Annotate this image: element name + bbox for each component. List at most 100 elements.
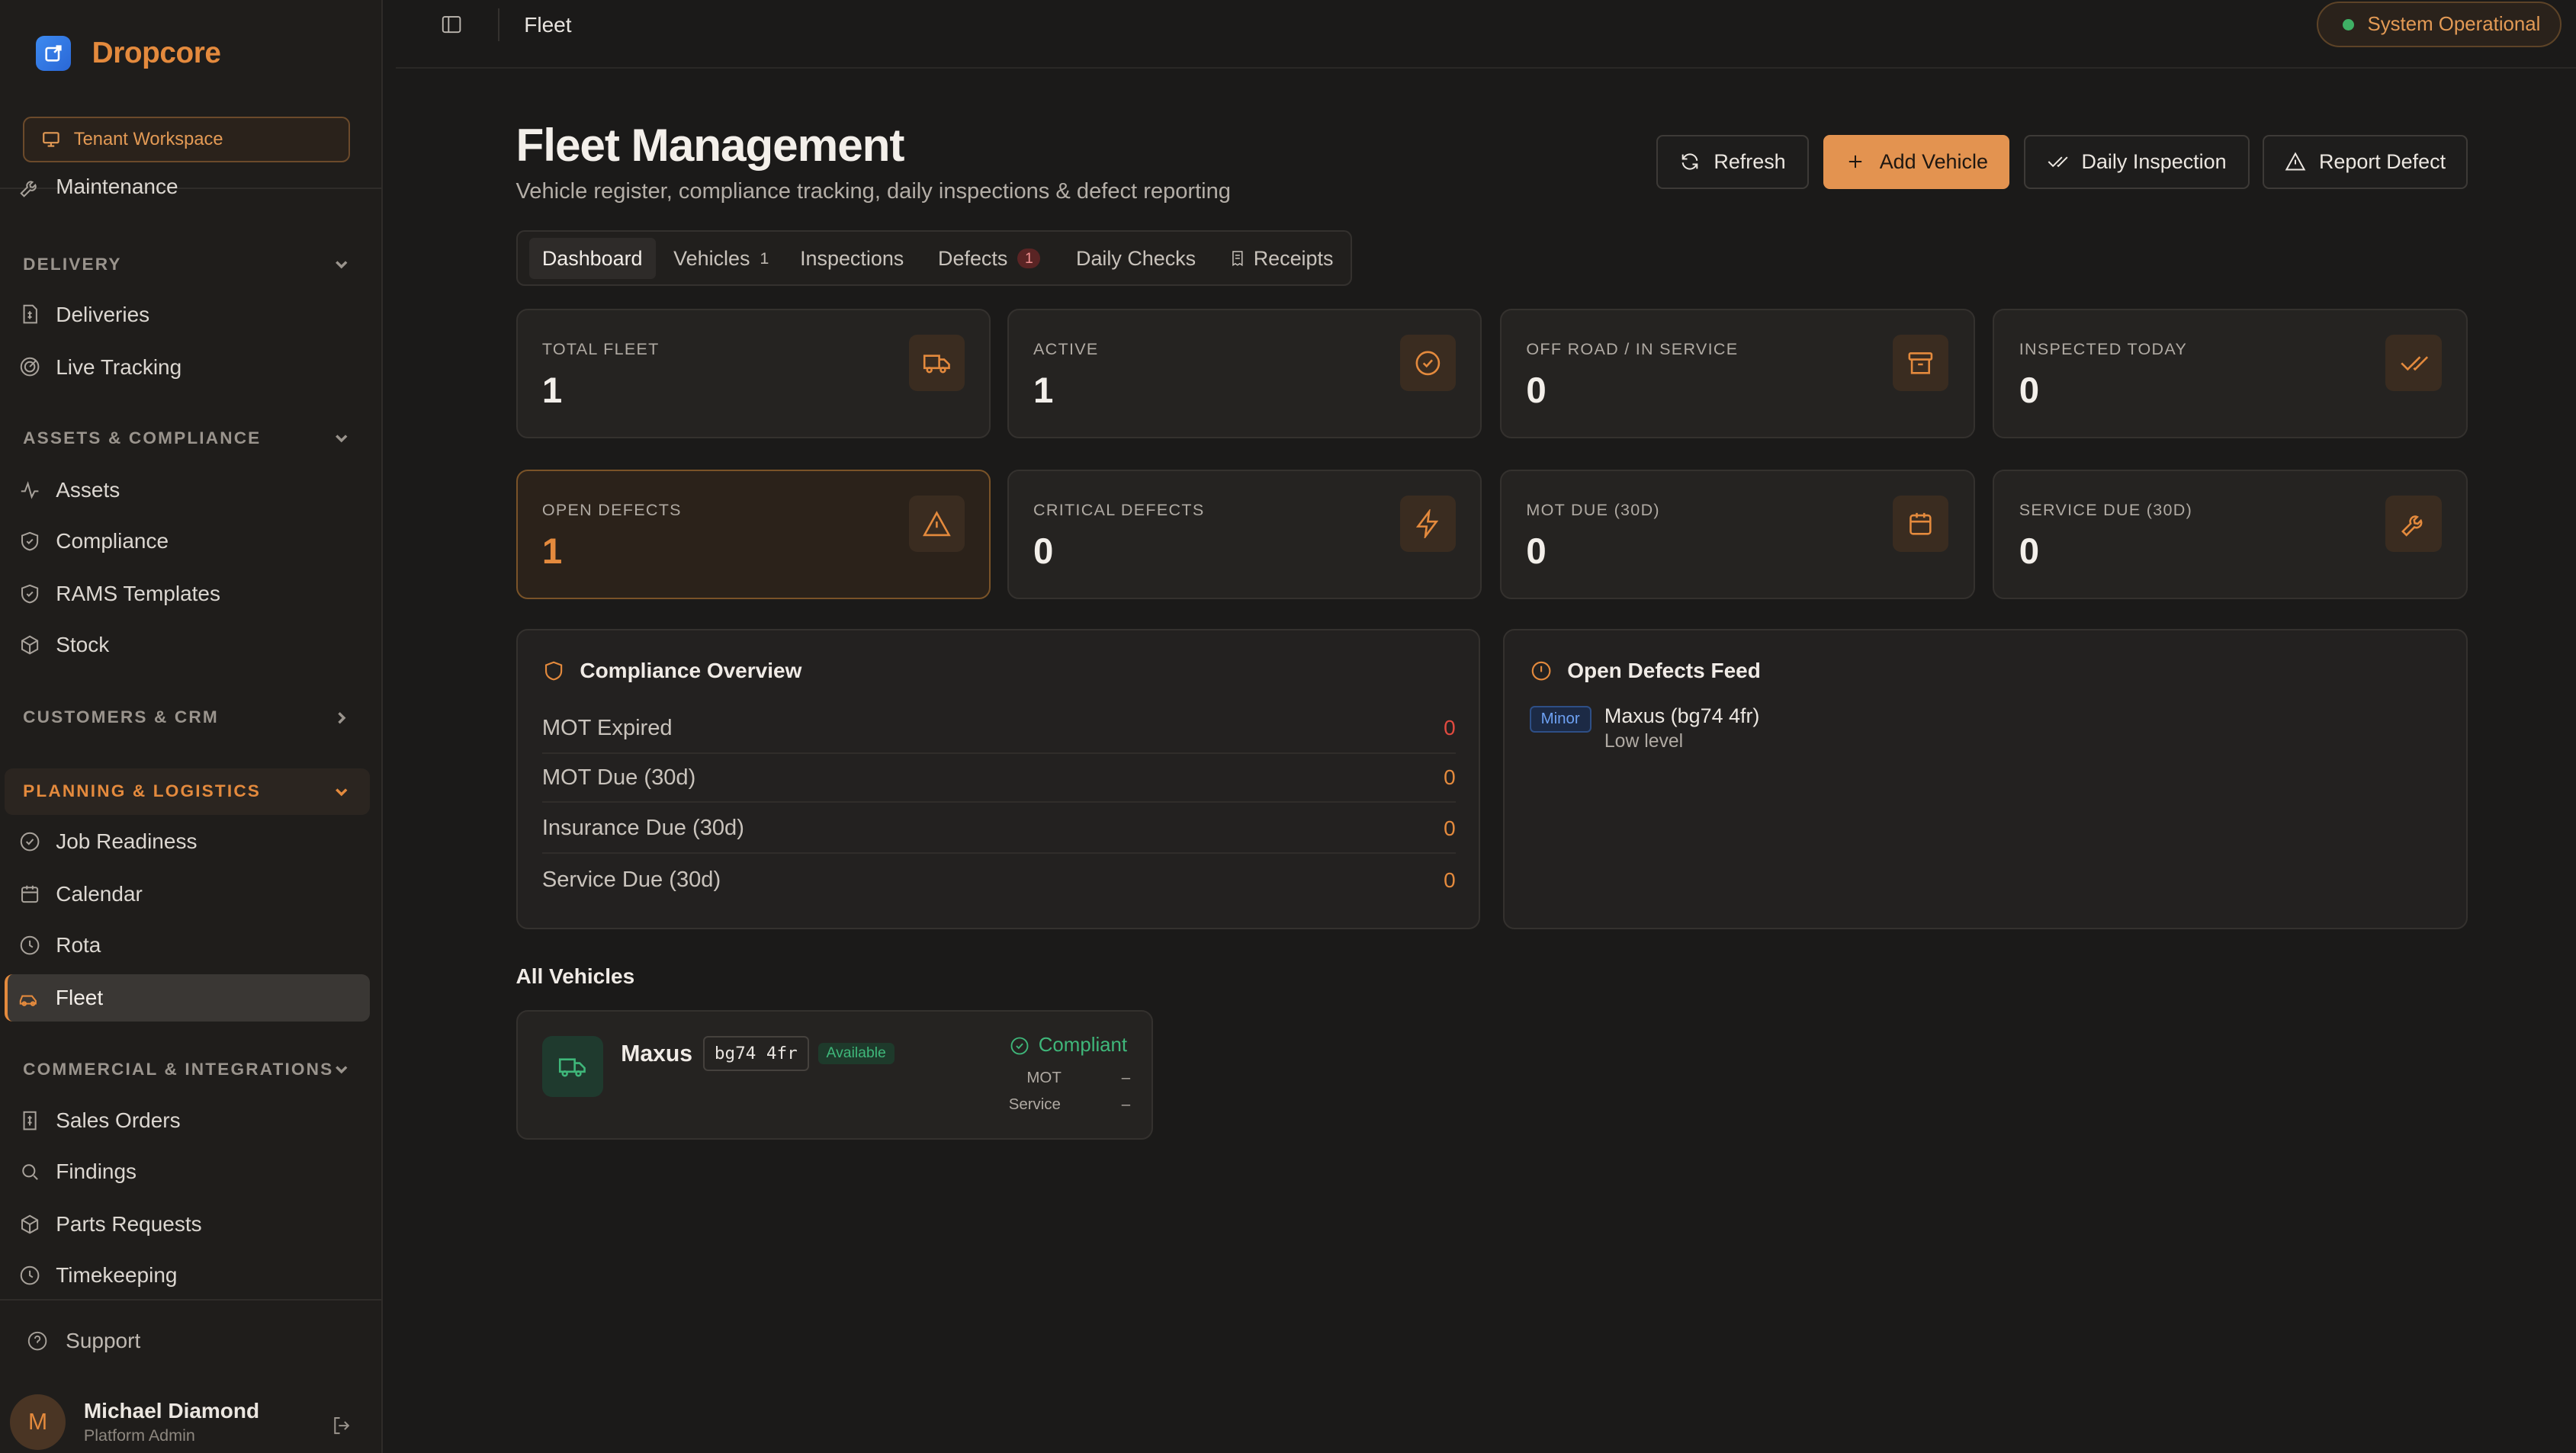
tab-count: 1 [760, 249, 769, 268]
sidebar-item-timekeeping[interactable]: Timekeeping [5, 1252, 369, 1299]
brand[interactable]: Dropcore [36, 36, 221, 71]
tab-receipts[interactable]: Receipts [1216, 238, 1347, 279]
tab-dashboard[interactable]: Dashboard [528, 238, 656, 280]
check-circle-icon [20, 832, 40, 852]
double-check-icon [2048, 156, 2068, 168]
stat-card-service-due: SERVICE DUE (30D) 0 [1993, 470, 2468, 600]
truck-icon [923, 354, 950, 374]
sidebar-item-findings[interactable]: Findings [5, 1148, 369, 1195]
sidebar-item-job-readiness[interactable]: Job Readiness [5, 818, 369, 865]
defect-description: Low level [1604, 731, 1684, 752]
user-profile[interactable]: M Michael Diamond Platform Admin [9, 1394, 260, 1451]
clock-icon [20, 1265, 40, 1285]
check-circle-icon [1415, 351, 1441, 375]
availability-badge: Available [817, 1042, 895, 1064]
breadcrumb: Fleet [524, 13, 572, 37]
vehicle-registration: bg74 4fr [702, 1036, 809, 1071]
daily-inspection-button[interactable]: Daily Inspection [2024, 134, 2250, 189]
sidebar-item-sales-orders[interactable]: Sales Orders [5, 1097, 369, 1144]
sidebar-toggle-button[interactable] [440, 13, 463, 36]
section-commercial-integrations[interactable]: COMMERCIAL & INTEGRATIONS [5, 1046, 369, 1092]
chevron-right-icon [338, 711, 346, 724]
receipt-icon [1232, 251, 1243, 267]
radar-icon [20, 358, 40, 377]
section-assets-compliance[interactable]: ASSETS & COMPLIANCE [5, 415, 369, 461]
stat-card-open-defects: OPEN DEFECTS 1 [516, 470, 991, 600]
section-customers-crm[interactable]: CUSTOMERS & CRM [5, 694, 369, 740]
chevron-down-icon [336, 261, 348, 269]
document-dollar-icon [23, 305, 37, 324]
monitor-icon [42, 132, 59, 147]
logout-button[interactable] [330, 1414, 353, 1444]
sidebar-item-rota[interactable]: Rota [5, 922, 369, 969]
stat-card-active: ACTIVE 1 [1007, 309, 1482, 439]
sidebar-item-live-tracking[interactable]: Live Tracking [5, 343, 369, 390]
brand-name: Dropcore [92, 37, 221, 69]
service-line: Service – [1008, 1095, 1131, 1113]
sidebar-item-deliveries[interactable]: Deliveries [5, 290, 369, 338]
sidebar-item-assets[interactable]: Assets [5, 467, 369, 514]
stat-card-mot-due: MOT DUE (30D) 0 [1500, 470, 1975, 600]
defects-count-badge: 1 [1017, 249, 1041, 269]
sidebar-divider [0, 1299, 381, 1301]
refresh-button[interactable]: Refresh [1656, 134, 1810, 189]
chevron-down-icon [336, 787, 348, 797]
defect-item[interactable]: Minor Maxus (bg74 4fr) Low level [1529, 704, 1759, 752]
sidebar-item-stock[interactable]: Stock [5, 621, 369, 668]
sidebar-item-parts-requests[interactable]: Parts Requests [5, 1201, 369, 1248]
tab-vehicles[interactable]: Vehicles 1 [660, 238, 782, 279]
stat-card-critical-defects: CRITICAL DEFECTS 0 [1007, 470, 1482, 600]
compliance-row: Insurance Due (30d) 0 [541, 805, 1456, 855]
panel-left-icon [442, 16, 461, 34]
tenant-label: Tenant Workspace [73, 129, 223, 149]
compliance-row: MOT Due (30d) 0 [541, 754, 1456, 803]
tab-daily-checks[interactable]: Daily Checks [1063, 238, 1209, 279]
user-name: Michael Diamond [83, 1399, 260, 1423]
report-defect-button[interactable]: Report Defect [2262, 134, 2468, 189]
tenant-workspace-button[interactable]: Tenant Workspace [23, 116, 350, 163]
section-heading: All Vehicles [516, 964, 635, 988]
add-vehicle-button[interactable]: Add Vehicle [1823, 134, 2009, 189]
calendar-icon [21, 885, 38, 903]
dropcore-logo-icon [36, 36, 71, 71]
page-title: Fleet Management [516, 119, 905, 172]
activity-icon [21, 481, 39, 499]
search-icon [21, 1164, 38, 1180]
chevron-down-icon [336, 1066, 348, 1074]
tab-defects[interactable]: Defects 1 [925, 238, 1054, 279]
system-status-badge[interactable]: System Operational [2316, 2, 2562, 48]
tab-inspections[interactable]: Inspections [787, 238, 917, 279]
stat-card-off-road: OFF ROAD / IN SERVICE 0 [1500, 309, 1975, 439]
page-subtitle: Vehicle register, compliance tracking, d… [516, 178, 1231, 204]
vehicle-card[interactable]: Maxus bg74 4fr Available Compliant MOT –… [516, 1010, 1154, 1140]
mot-line: MOT – [1026, 1069, 1131, 1087]
section-planning-logistics[interactable]: PLANNING & LOGISTICS [5, 768, 370, 815]
section-delivery[interactable]: DELIVERY [5, 242, 369, 287]
sidebar-item-compliance[interactable]: Compliance [5, 518, 369, 565]
compliance-overview-panel: Compliance Overview MOT Expired 0 MOT Du… [516, 629, 1481, 930]
shield-check-icon [21, 584, 38, 604]
wrench-icon [20, 180, 37, 197]
support-link[interactable]: Support [26, 1329, 140, 1353]
stat-card-inspected-today: INSPECTED TODAY 0 [1993, 309, 2468, 439]
compliance-status: Compliant [1009, 1034, 1127, 1057]
topbar: Fleet System Operational [396, 0, 2576, 69]
sidebar-item-rams-templates[interactable]: RAMS Templates [5, 570, 369, 617]
warning-icon [922, 510, 951, 536]
sidebar-item-fleet[interactable]: Fleet [5, 973, 370, 1022]
bolt-icon [1415, 508, 1439, 539]
topbar-separator [497, 8, 499, 41]
tab-bar: Dashboard Vehicles 1 Inspections Defects… [516, 229, 1353, 286]
alert-circle-icon [1531, 661, 1551, 681]
package-icon [21, 635, 38, 655]
panel-title: Compliance Overview [580, 658, 802, 682]
compliance-row: MOT Expired 0 [541, 704, 1456, 754]
panel-title: Open Defects Feed [1567, 658, 1761, 682]
double-check-icon [2401, 355, 2428, 370]
sidebar-item-maintenance[interactable]: Maintenance [5, 169, 369, 199]
chevron-down-icon [336, 435, 348, 443]
sidebar: Dropcore Tenant Workspace Maintenance DE… [0, 0, 383, 1453]
sidebar-item-calendar[interactable]: Calendar [5, 871, 369, 918]
check-circle-icon [1010, 1037, 1029, 1055]
avatar: M [9, 1394, 66, 1451]
